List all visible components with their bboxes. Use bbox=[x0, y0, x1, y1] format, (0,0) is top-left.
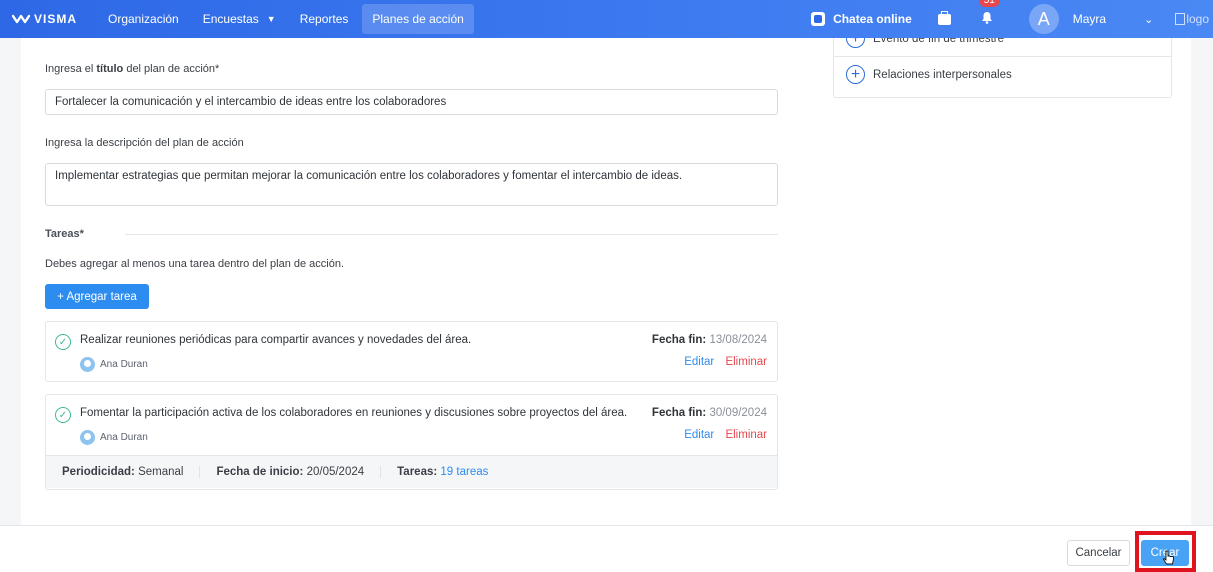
task-title: Fomentar la participación activa de los … bbox=[80, 407, 628, 419]
task-count-link[interactable]: 19 tareas bbox=[440, 466, 488, 478]
topbar-right: Chatea online 51 A Mayra ⌄ logo bbox=[811, 0, 1213, 38]
nav-item-label: Reportes bbox=[299, 12, 349, 26]
nav-item-label: Encuestas bbox=[202, 12, 259, 26]
due-label: Fecha fin: bbox=[651, 407, 707, 419]
action-plan-form: Ingresa el título del plan de acción* Fo… bbox=[21, 38, 1191, 525]
tasks-heading: Tareas* bbox=[45, 228, 84, 240]
nav-item-label: Organización bbox=[108, 12, 179, 26]
visma-logo-icon bbox=[12, 14, 30, 24]
chevron-down-icon: ▼ bbox=[266, 14, 276, 24]
task-assignee: Ana Duran bbox=[80, 430, 148, 445]
start-date-label: Fecha de inicio: bbox=[216, 466, 304, 478]
task-actions: Editar Eliminar bbox=[684, 356, 767, 368]
cursor-pointer-icon bbox=[1163, 550, 1174, 565]
periodicity: Periodicidad: Semanal bbox=[46, 466, 201, 478]
label-suffix: del plan de acción* bbox=[123, 63, 220, 75]
nav-item-planes-de-accion[interactable]: Planes de acción bbox=[362, 4, 474, 34]
task-due-date: Fecha fin: 30/09/2024 bbox=[652, 407, 767, 419]
label-prefix: Ingresa el bbox=[45, 63, 97, 75]
task-due-date: Fecha fin: 13/08/2024 bbox=[652, 334, 767, 346]
briefcase-icon[interactable] bbox=[937, 10, 951, 25]
periodicity-label: Periodicidad: bbox=[62, 466, 135, 478]
task-item: ✓ Realizar reuniones periódicas para com… bbox=[45, 321, 778, 382]
task-count-label: Tareas: bbox=[397, 466, 438, 478]
check-circle-icon: ✓ bbox=[55, 334, 71, 350]
task-title: Realizar reuniones periódicas para compa… bbox=[80, 334, 472, 346]
due-value: 13/08/2024 bbox=[709, 334, 767, 346]
due-value: 30/09/2024 bbox=[709, 407, 767, 419]
divider bbox=[125, 234, 778, 235]
chat-label: Chatea online bbox=[833, 12, 912, 26]
check-circle-icon: ✓ bbox=[55, 407, 71, 423]
user-avatar-icon bbox=[80, 357, 95, 372]
task-assignee: Ana Duran bbox=[80, 357, 148, 372]
task-summary-footer: Periodicidad: Semanal Fecha de inicio: 2… bbox=[46, 455, 777, 488]
add-task-button[interactable]: + Agregar tarea bbox=[45, 284, 149, 309]
description-field-label: Ingresa la descripción del plan de acció… bbox=[45, 137, 244, 149]
assignee-name: Ana Duran bbox=[100, 432, 148, 443]
nav-item-encuestas[interactable]: Encuestas ▼ bbox=[193, 4, 286, 34]
task-item: ✓ Fomentar la participación activa de lo… bbox=[45, 394, 778, 490]
edit-task-link[interactable]: Editar bbox=[684, 356, 714, 368]
user-name[interactable]: Mayra bbox=[1073, 12, 1106, 26]
side-item-relaciones[interactable]: + Relaciones interpersonales bbox=[846, 65, 1012, 84]
brand-logo[interactable]: VISMA bbox=[12, 12, 88, 26]
title-field-label: Ingresa el título del plan de acción* bbox=[45, 63, 219, 75]
assignee-name: Ana Duran bbox=[100, 359, 148, 370]
avatar[interactable]: A bbox=[1028, 4, 1059, 34]
chat-online-button[interactable]: Chatea online bbox=[811, 12, 912, 26]
plus-circle-icon: + bbox=[846, 65, 865, 84]
cancel-button[interactable]: Cancelar bbox=[1067, 540, 1130, 566]
tasks-hint: Debes agregar al menos una tarea dentro … bbox=[45, 258, 345, 270]
task-actions: Editar Eliminar bbox=[684, 429, 767, 441]
delete-task-link[interactable]: Eliminar bbox=[725, 356, 767, 368]
notifications-badge: 51 bbox=[978, 0, 1000, 7]
top-navbar: VISMA Organización Encuestas ▼ Reportes … bbox=[0, 0, 1213, 38]
logo-alt-text: logo bbox=[1186, 12, 1209, 26]
brand-name: VISMA bbox=[34, 12, 78, 26]
nav-item-organizacion[interactable]: Organización bbox=[98, 4, 189, 34]
broken-image-icon bbox=[1175, 13, 1186, 25]
side-item-label: Relaciones interpersonales bbox=[873, 68, 1012, 81]
periodicity-value: Semanal bbox=[138, 466, 184, 478]
nav-item-reportes[interactable]: Reportes bbox=[290, 4, 359, 34]
divider bbox=[834, 56, 1171, 57]
user-avatar-icon bbox=[80, 430, 95, 445]
notifications-button[interactable]: 51 bbox=[978, 0, 1000, 27]
edit-task-link[interactable]: Editar bbox=[684, 429, 714, 441]
delete-task-link[interactable]: Eliminar bbox=[725, 429, 767, 441]
nav-item-label: Planes de acción bbox=[372, 12, 464, 26]
bell-icon bbox=[981, 12, 992, 24]
label-bold: título bbox=[96, 63, 124, 75]
company-logo: logo bbox=[1175, 12, 1209, 26]
title-input[interactable]: Fortalecer la comunicación y el intercam… bbox=[45, 89, 778, 115]
chat-icon bbox=[811, 12, 826, 26]
task-count: Tareas: 19 tareas bbox=[381, 466, 504, 478]
start-date-value: 20/05/2024 bbox=[306, 466, 365, 478]
description-textarea[interactable]: Implementar estrategias que permitan mej… bbox=[45, 163, 778, 206]
chevron-down-icon[interactable]: ⌄ bbox=[1144, 13, 1153, 26]
form-action-bar: Cancelar Crear bbox=[0, 525, 1213, 572]
start-date: Fecha de inicio: 20/05/2024 bbox=[200, 466, 382, 478]
suggested-plans-panel: + Evento de fin de trimestre + Relacione… bbox=[833, 29, 1172, 98]
due-label: Fecha fin: bbox=[651, 334, 707, 346]
